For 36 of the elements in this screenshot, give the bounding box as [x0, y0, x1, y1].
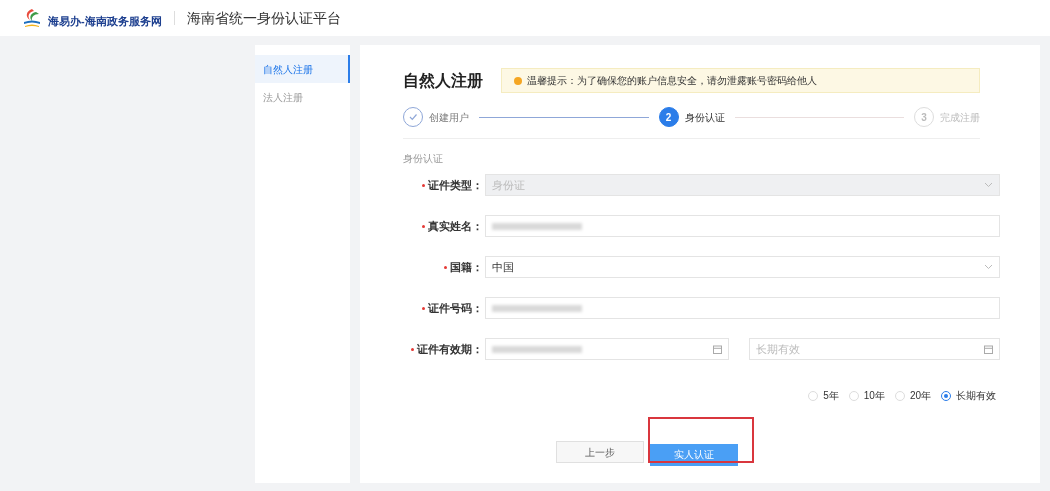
calendar-icon: [984, 344, 993, 354]
step-label: 身份认证: [684, 110, 725, 125]
required-icon: [422, 224, 425, 228]
platform-title: 海南省统一身份认证平台: [186, 8, 341, 28]
date-field[interactable]: [485, 338, 729, 360]
calendar-icon: [713, 344, 722, 354]
chevron-down-icon: [984, 182, 993, 188]
logo-icon: [22, 7, 42, 29]
required-icon: [444, 265, 447, 269]
select-value: 中国: [492, 259, 514, 275]
required-icon: [411, 347, 414, 351]
page-title: 自然人注册: [403, 70, 483, 91]
placeholder-text: 长期有效: [756, 341, 800, 357]
logo-text: 海易办-海南政务服务网: [48, 13, 162, 29]
radio-option[interactable]: 20年: [894, 388, 931, 403]
required-icon: [422, 306, 425, 310]
field-label: 真实姓名：: [428, 218, 483, 234]
required-icon: [422, 183, 425, 187]
warning-icon: [514, 76, 522, 85]
step-number: 2: [658, 107, 679, 127]
field-label: 国籍：: [450, 259, 483, 275]
input-field[interactable]: [485, 215, 1000, 237]
field-label: 证件号码：: [428, 300, 483, 316]
radio-option[interactable]: 5年: [808, 388, 839, 403]
radio-option[interactable]: 长期有效: [941, 388, 996, 403]
chevron-down-icon: [984, 264, 993, 270]
field-label: 证件有效期：: [417, 341, 483, 357]
radio-option[interactable]: 10年: [848, 388, 885, 403]
sidebar-item[interactable]: 自然人注册: [255, 55, 350, 83]
field-label: 证件类型：: [428, 177, 483, 193]
section-label: 身份认证: [403, 152, 444, 166]
back-button[interactable]: 上一步: [555, 441, 644, 463]
select-field[interactable]: 中国: [485, 256, 1000, 278]
step-label: 创建用户: [429, 110, 469, 125]
input-field[interactable]: [485, 297, 1000, 319]
notice-text: 温馨提示：为了确保您的账户信息安全，请勿泄露账号密码给他人: [527, 74, 817, 88]
